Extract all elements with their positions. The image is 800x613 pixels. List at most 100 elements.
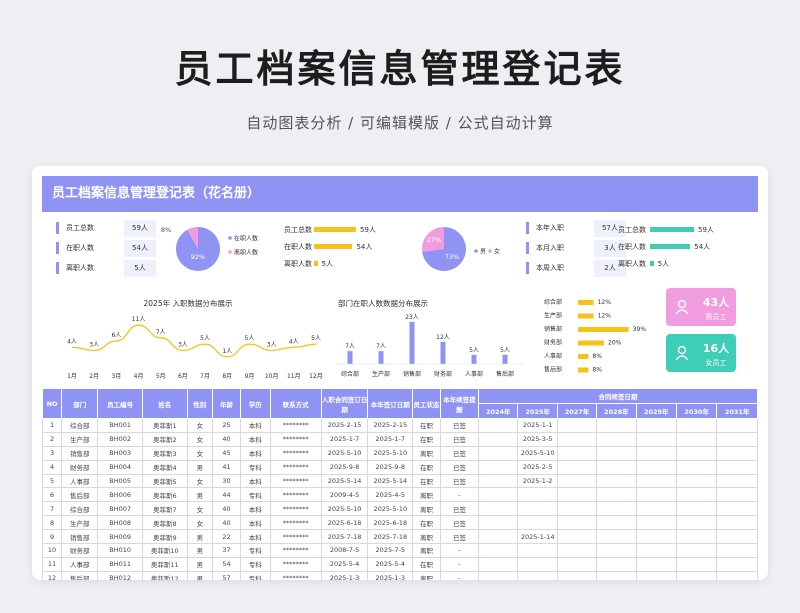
- table-cell[interactable]: [478, 473, 519, 489]
- table-cell[interactable]: [517, 501, 558, 517]
- table-cell[interactable]: 30: [212, 473, 241, 489]
- table-cell[interactable]: 37: [212, 543, 241, 558]
- table-cell[interactable]: 11: [41, 556, 63, 572]
- table-cell[interactable]: [716, 543, 758, 558]
- table-cell[interactable]: [556, 473, 598, 489]
- table-cell[interactable]: 9: [41, 529, 63, 545]
- table-cell[interactable]: 女: [186, 431, 214, 447]
- table-cell[interactable]: 2025-7-5: [367, 543, 414, 558]
- table-cell[interactable]: [517, 556, 558, 572]
- table-cell[interactable]: 2025-1-2: [517, 473, 558, 489]
- table-cell[interactable]: [556, 418, 598, 433]
- table-cell[interactable]: [675, 529, 718, 545]
- table-cell[interactable]: 离职: [412, 445, 441, 461]
- table-cell[interactable]: [517, 515, 558, 531]
- table-cell[interactable]: [596, 487, 637, 503]
- table-cell[interactable]: 离职: [412, 529, 441, 545]
- table-cell[interactable]: [556, 570, 598, 580]
- table-cell[interactable]: 在职: [412, 473, 441, 489]
- table-cell[interactable]: 2025-1-7: [367, 431, 414, 447]
- table-cell[interactable]: [596, 529, 637, 545]
- table-cell[interactable]: [635, 473, 677, 489]
- table-cell[interactable]: [556, 515, 598, 531]
- table-cell[interactable]: BH009: [97, 529, 143, 545]
- table-cell[interactable]: ********: [269, 459, 322, 475]
- table-cell[interactable]: [675, 418, 718, 433]
- table-cell[interactable]: BH012: [97, 570, 143, 580]
- table-cell[interactable]: 生产部: [61, 431, 99, 447]
- table-cell[interactable]: 人事部: [61, 556, 99, 572]
- table-cell[interactable]: 男: [186, 570, 214, 580]
- table-cell[interactable]: -: [439, 570, 480, 580]
- table-cell[interactable]: BH008: [97, 515, 143, 531]
- table-cell[interactable]: 2025-3-5: [517, 431, 558, 447]
- table-cell[interactable]: [596, 431, 637, 447]
- table-cell[interactable]: 生产部: [61, 515, 99, 531]
- table-cell[interactable]: [635, 418, 677, 433]
- table-cell[interactable]: BH004: [97, 459, 143, 475]
- table-cell[interactable]: BH001: [97, 418, 143, 433]
- table-cell[interactable]: [556, 529, 598, 545]
- table-cell[interactable]: [675, 459, 718, 475]
- table-cell[interactable]: [716, 515, 758, 531]
- table-cell[interactable]: 在职: [412, 431, 441, 447]
- table-cell[interactable]: 2025-5-10: [517, 445, 558, 461]
- table-cell[interactable]: ********: [269, 543, 322, 558]
- table-cell[interactable]: 已签: [439, 529, 480, 545]
- table-cell[interactable]: [517, 570, 558, 580]
- table-cell[interactable]: [716, 570, 758, 580]
- table-cell[interactable]: 2025-1-3: [320, 570, 369, 580]
- table-cell[interactable]: 44: [212, 487, 241, 503]
- table-cell[interactable]: 2025-2-15: [320, 418, 369, 433]
- table-cell[interactable]: 40: [212, 515, 241, 531]
- table-cell[interactable]: [635, 431, 677, 447]
- table-cell[interactable]: [556, 543, 598, 558]
- table-cell[interactable]: 5: [41, 473, 63, 489]
- table-cell[interactable]: [556, 445, 598, 461]
- table-cell[interactable]: 2025-7-18: [367, 529, 414, 545]
- table-cell[interactable]: 财务部: [61, 543, 99, 558]
- table-cell[interactable]: 2025-1-7: [320, 431, 369, 447]
- table-cell[interactable]: 45: [212, 445, 241, 461]
- table-cell[interactable]: 奥菲斯7: [141, 501, 188, 517]
- table-cell[interactable]: 2008-7-5: [320, 543, 369, 558]
- table-cell[interactable]: 2025-9-8: [320, 459, 369, 475]
- table-cell[interactable]: BH003: [97, 445, 143, 461]
- table-cell[interactable]: BH005: [97, 473, 143, 489]
- table-cell[interactable]: [716, 431, 758, 447]
- table-cell[interactable]: [478, 431, 519, 447]
- table-cell[interactable]: 本科: [239, 515, 271, 531]
- table-cell[interactable]: 已签: [439, 459, 480, 475]
- table-cell[interactable]: [635, 543, 677, 558]
- table-cell[interactable]: 已签: [439, 445, 480, 461]
- table-cell[interactable]: ********: [269, 529, 322, 545]
- table-cell[interactable]: 专科: [239, 570, 271, 580]
- table-cell[interactable]: [556, 501, 598, 517]
- table-cell[interactable]: 在职: [412, 459, 441, 475]
- table-cell[interactable]: 40: [212, 501, 241, 517]
- table-cell[interactable]: 综合部: [61, 501, 99, 517]
- table-cell[interactable]: 奥菲斯9: [141, 529, 188, 545]
- table-cell[interactable]: [716, 487, 758, 503]
- table-cell[interactable]: [478, 459, 519, 475]
- table-cell[interactable]: [716, 445, 758, 461]
- table-cell[interactable]: 2025-5-14: [320, 473, 369, 489]
- table-cell[interactable]: 2009-4-5: [320, 487, 369, 503]
- table-cell[interactable]: [556, 556, 598, 572]
- table-cell[interactable]: 离职: [412, 487, 441, 503]
- table-cell[interactable]: 本科: [239, 473, 271, 489]
- table-cell[interactable]: 销售部: [61, 529, 99, 545]
- table-cell[interactable]: 售后部: [61, 487, 99, 503]
- table-cell[interactable]: 奥菲斯6: [141, 487, 188, 503]
- table-cell[interactable]: ********: [269, 418, 322, 433]
- table-cell[interactable]: [635, 501, 677, 517]
- table-cell[interactable]: 8: [41, 515, 63, 531]
- table-cell[interactable]: [596, 515, 637, 531]
- table-cell[interactable]: ********: [269, 556, 322, 572]
- table-cell[interactable]: 已签: [439, 431, 480, 447]
- table-cell[interactable]: -: [439, 543, 480, 558]
- table-cell[interactable]: ********: [269, 487, 322, 503]
- table-cell[interactable]: [716, 501, 758, 517]
- table-cell[interactable]: 已签: [439, 515, 480, 531]
- table-cell[interactable]: 2025-7-18: [320, 529, 369, 545]
